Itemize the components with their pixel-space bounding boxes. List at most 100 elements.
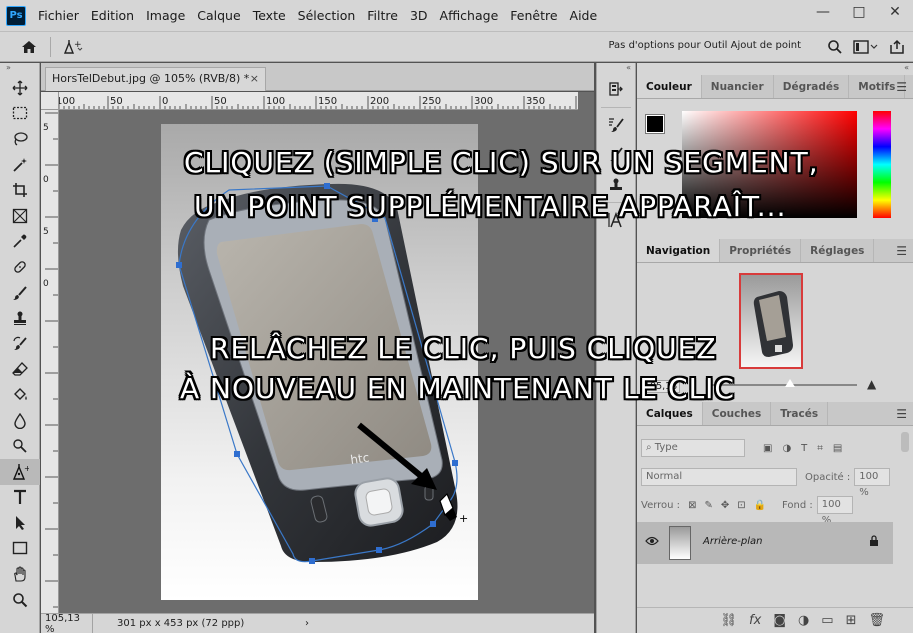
navigator-zoom-slider-knob[interactable] [785, 379, 795, 387]
layer-filter-icons[interactable]: ▣◑T⌗▤ [763, 443, 852, 454]
blur-tool-icon[interactable] [0, 408, 40, 434]
search-icon[interactable] [823, 34, 847, 60]
zoom-in-icon[interactable]: ▲ [867, 377, 876, 391]
layers-scrollbar[interactable] [901, 432, 909, 452]
anchor-point[interactable] [234, 451, 240, 457]
lock-icons[interactable]: ⊠✎✥⊡🔒 [688, 500, 774, 511]
menu-filtre[interactable]: Filtre [367, 8, 398, 23]
marquee-tool-icon[interactable] [0, 101, 40, 127]
panel-grip-icon[interactable]: « [637, 63, 913, 75]
blend-mode-select[interactable]: Normal [641, 468, 797, 486]
dodge-tool-icon[interactable] [0, 433, 40, 459]
stamp-tool-icon[interactable] [0, 305, 40, 331]
magic-wand-tool-icon[interactable] [0, 152, 40, 178]
status-menu-arrow[interactable]: › [305, 618, 309, 629]
tab-couches[interactable]: Couches [703, 402, 772, 425]
zoom-tool-icon[interactable] [0, 587, 40, 613]
fill-field[interactable]: 100 % [816, 496, 853, 526]
history-brush-tool-icon[interactable] [0, 331, 40, 357]
frame-tool-icon[interactable] [0, 203, 40, 229]
tab-degrades[interactable]: Dégradés [774, 75, 850, 98]
svg-text:+: + [24, 464, 29, 473]
close-window-button[interactable]: ✕ [877, 0, 913, 24]
menu-calque[interactable]: Calque [197, 8, 240, 23]
menu-edition[interactable]: Edition [91, 8, 134, 23]
ruler-horizontal: 100 50 0 50 100 150 200 250 300 350 [59, 92, 578, 110]
tab-couleur[interactable]: Couleur [637, 75, 702, 98]
close-tab-icon[interactable]: × [250, 72, 259, 85]
menu-bar: Ps Fichier Edition Image Calque Texte Sé… [0, 0, 913, 32]
new-group-icon[interactable]: ▭ [821, 613, 833, 628]
lasso-tool-icon[interactable] [0, 126, 40, 152]
eraser-tool-icon[interactable] [0, 357, 40, 383]
menu-texte[interactable]: Texte [253, 8, 286, 23]
tab-calques[interactable]: Calques [637, 402, 703, 425]
hand-tool-icon[interactable] [0, 561, 40, 587]
delete-layer-icon[interactable]: 🗑 [868, 613, 885, 628]
menu-items: Fichier Edition Image Calque Texte Sélec… [38, 8, 597, 23]
foreground-color-swatch[interactable] [645, 114, 665, 134]
document-tab[interactable]: HorsTelDebut.jpg @ 105% (RVB/8) * × [45, 67, 266, 91]
panel-menu-icon[interactable]: ☰ [896, 80, 907, 94]
ruler-label: 50 [110, 96, 123, 107]
link-layers-icon[interactable]: ⛓ [721, 613, 738, 628]
eye-icon[interactable] [645, 535, 659, 549]
menu-image[interactable]: Image [146, 8, 185, 23]
add-anchor-point-tool-icon[interactable]: + [57, 34, 87, 60]
lock-icon[interactable] [869, 535, 879, 550]
new-layer-icon[interactable]: ⊞ [846, 613, 857, 628]
share-icon[interactable] [885, 34, 909, 60]
anchor-point[interactable] [376, 547, 382, 553]
healing-brush-tool-icon[interactable] [0, 254, 40, 280]
add-mask-icon[interactable]: ◙ [773, 613, 786, 628]
menu-fichier[interactable]: Fichier [38, 8, 79, 23]
anchor-point[interactable] [309, 558, 315, 564]
layer-row[interactable]: Arrière-plan [637, 522, 893, 564]
panel-grip-icon[interactable]: » [0, 63, 39, 75]
menu-3d[interactable]: 3D [410, 8, 428, 23]
menu-fenetre[interactable]: Fenêtre [510, 8, 557, 23]
workspace-icon[interactable] [851, 34, 881, 60]
brush-tool-icon[interactable] [0, 280, 40, 306]
opacity-field[interactable]: 100 % [854, 468, 891, 498]
layer-filter-select[interactable]: ⌕ Type [641, 439, 745, 457]
path-selection-tool-icon[interactable] [0, 510, 40, 536]
tab-traces[interactable]: Tracés [771, 402, 829, 425]
anchor-point[interactable] [324, 183, 330, 189]
rectangle-tool-icon[interactable] [0, 536, 40, 562]
menu-affichage[interactable]: Affichage [440, 8, 499, 23]
adjustment-layer-icon[interactable]: ◑ [798, 613, 809, 628]
anchor-point[interactable] [176, 262, 182, 268]
layer-name[interactable]: Arrière-plan [703, 536, 762, 547]
panel-grip-icon[interactable]: « [597, 63, 635, 75]
type-tool-icon[interactable] [0, 485, 40, 511]
layer-style-icon[interactable]: fx [749, 613, 761, 628]
menu-selection[interactable]: Sélection [298, 8, 356, 23]
ruler-horizontal-ticks: 100 50 0 50 100 150 200 250 300 350 [59, 96, 577, 109]
tab-nuancier[interactable]: Nuancier [702, 75, 774, 98]
ruler-label: 100 [59, 96, 75, 107]
tab-proprietes[interactable]: Propriétés [720, 239, 802, 262]
hue-slider[interactable] [873, 111, 891, 218]
phone-nav-center [365, 488, 393, 516]
pen-tool-icon[interactable]: + [0, 458, 40, 485]
anchor-point[interactable] [430, 521, 436, 527]
panel-menu-icon[interactable]: ☰ [896, 407, 907, 421]
eyedropper-tool-icon[interactable] [0, 229, 40, 255]
menu-aide[interactable]: Aide [570, 8, 598, 23]
home-icon[interactable] [14, 34, 44, 60]
tab-reglages[interactable]: Réglages [801, 239, 875, 262]
tab-navigation[interactable]: Navigation [637, 239, 721, 262]
minimize-button[interactable]: — [805, 0, 841, 24]
panel-menu-icon[interactable]: ☰ [896, 244, 907, 258]
crop-tool-icon[interactable] [0, 177, 40, 203]
paint-bucket-tool-icon[interactable] [0, 382, 40, 408]
navigator-thumbnail[interactable] [739, 273, 803, 369]
zoom-level-field[interactable]: 105,13 % [41, 612, 93, 633]
anchor-point[interactable] [452, 460, 458, 466]
options-bar: + Pas d'options pour Outil Ajout de poin… [0, 32, 913, 62]
brush-settings-icon[interactable] [597, 110, 635, 140]
move-tool-icon[interactable] [0, 75, 40, 101]
maximize-button[interactable]: □ [841, 0, 877, 24]
history-panel-icon[interactable] [597, 75, 635, 105]
